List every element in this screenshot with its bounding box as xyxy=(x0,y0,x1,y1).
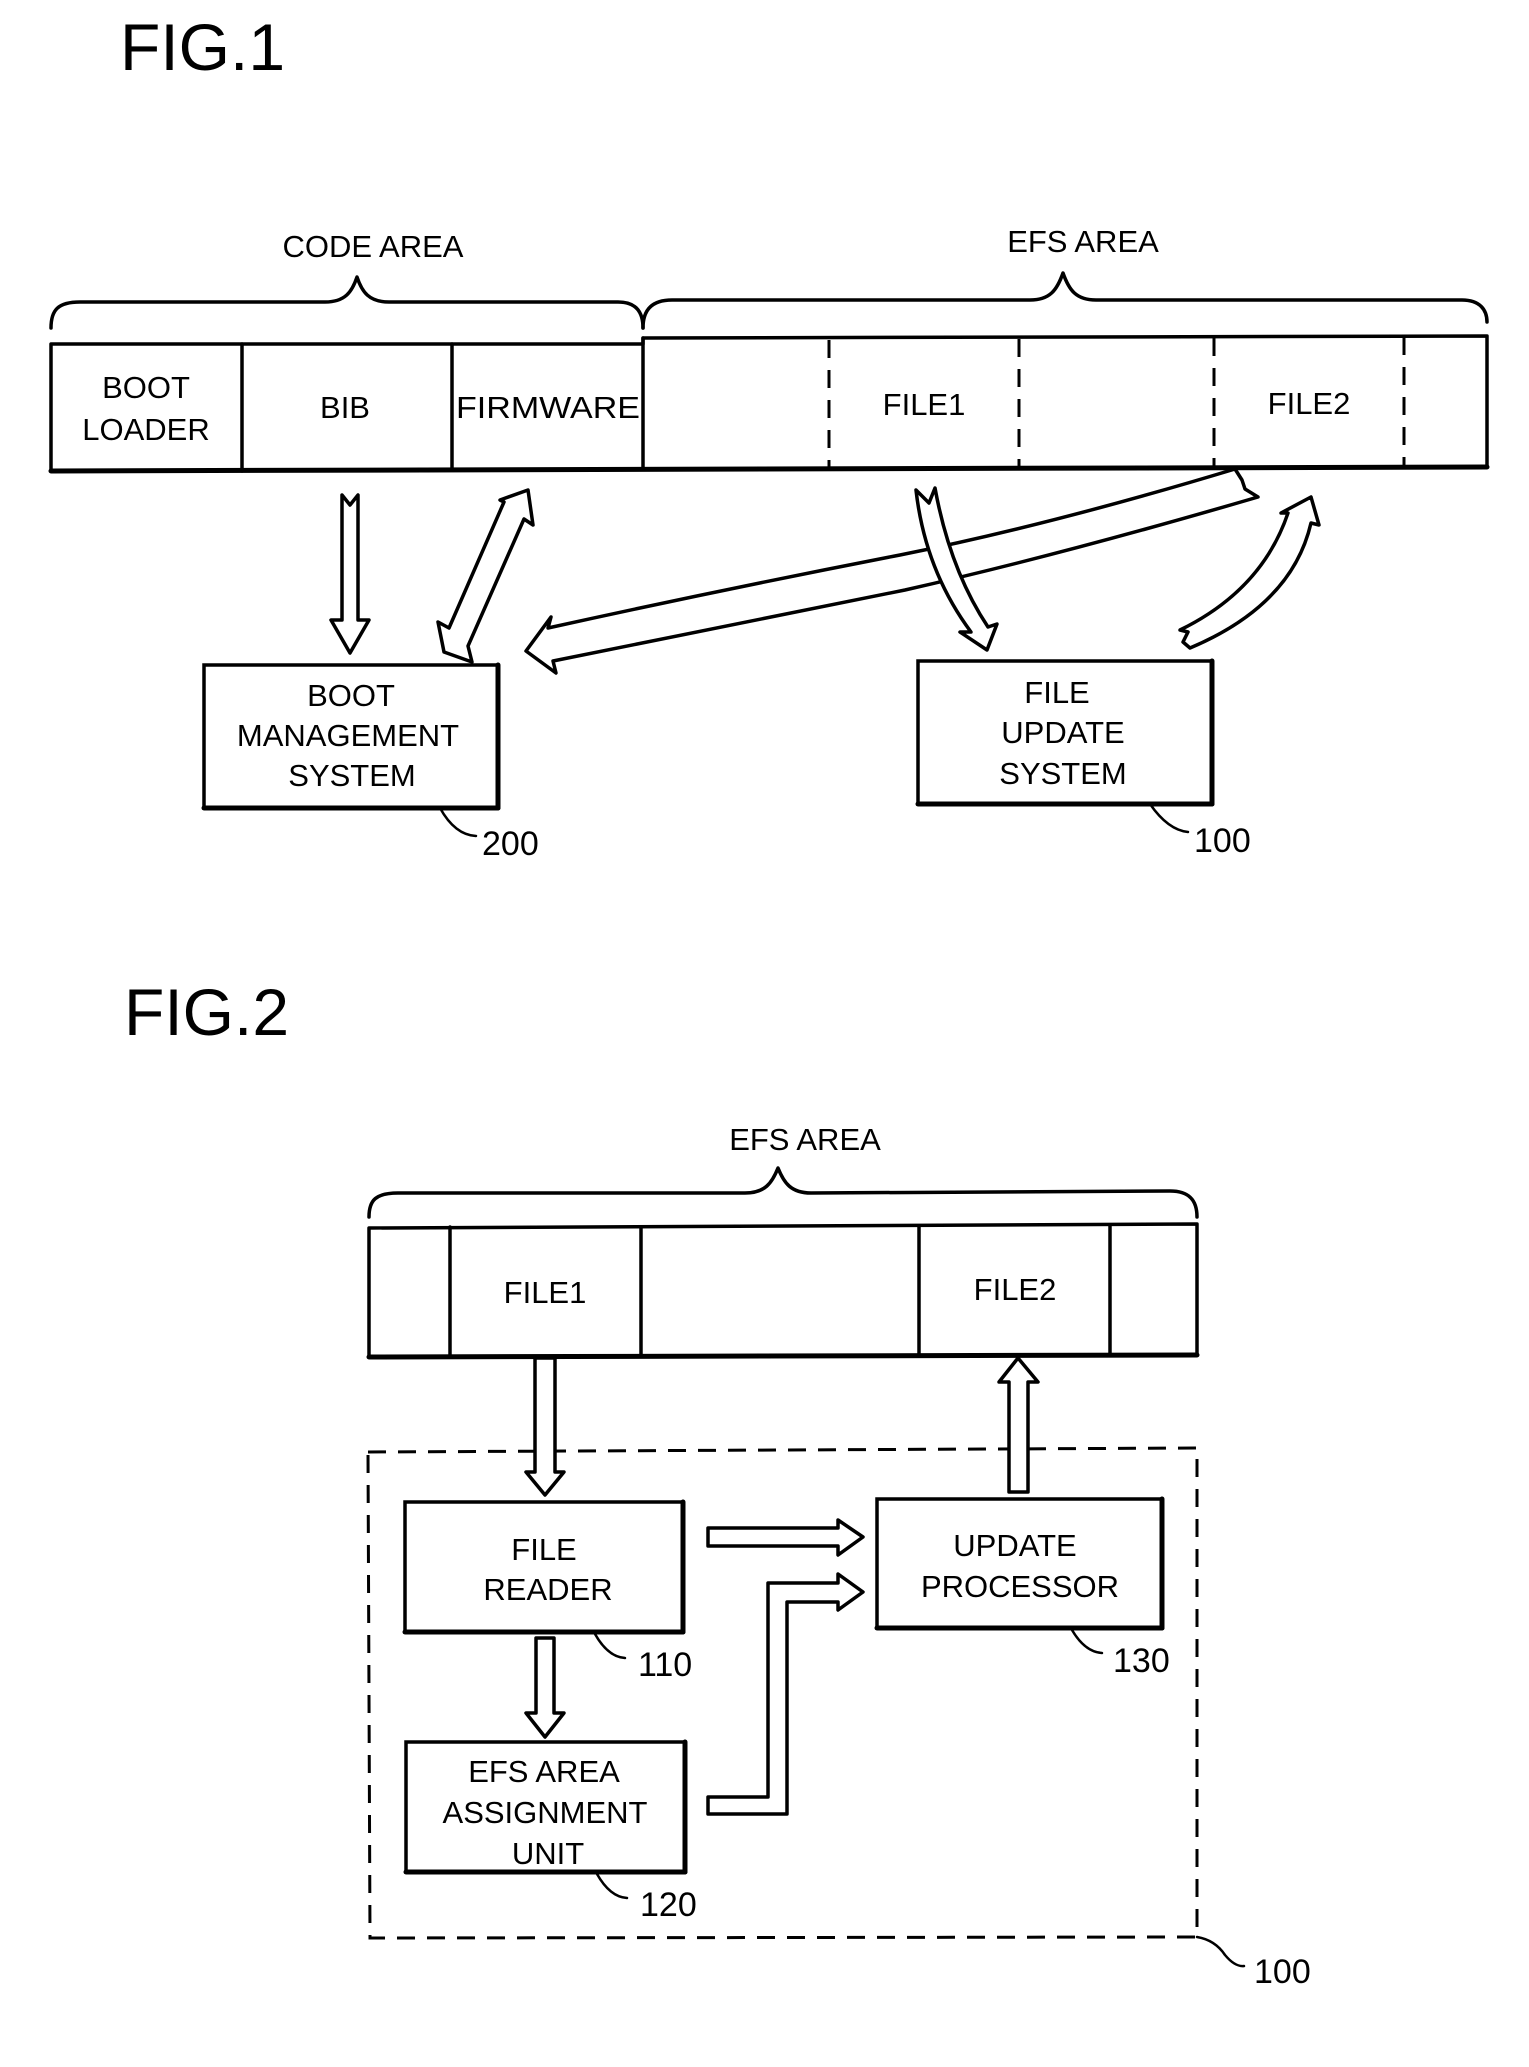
leader-line xyxy=(1070,1628,1104,1655)
segment-boot-loader: BOOT LOADER xyxy=(82,370,209,447)
svg-text:BOOT: BOOT xyxy=(102,370,190,405)
svg-text:EFS AREA: EFS AREA xyxy=(468,1754,620,1789)
ref-200: 200 xyxy=(482,825,539,863)
svg-text:LOADER: LOADER xyxy=(82,412,209,447)
update-processor-box: UPDATE PROCESSOR xyxy=(874,1496,1165,1631)
down-arrow-reader-to-assignment xyxy=(524,1636,566,1739)
long-arrow-file2-to-boot xyxy=(524,467,1260,675)
svg-text:FILE: FILE xyxy=(1024,675,1089,710)
svg-text:SYSTEM: SYSTEM xyxy=(999,756,1126,791)
svg-text:UPDATE: UPDATE xyxy=(953,1528,1076,1563)
segment-firmware: FIRMWARE xyxy=(456,390,640,425)
efs-area-brace xyxy=(367,1166,1199,1219)
leader-line xyxy=(1148,802,1190,834)
svg-text:READER: READER xyxy=(483,1572,612,1607)
patent-drawing: FIG.1 CODE AREA EFS AREA BOOT LOADER BIB… xyxy=(48,10,1490,1991)
svg-text:UNIT: UNIT xyxy=(512,1836,584,1871)
boot-management-system-box: BOOT MANAGEMENT SYSTEM xyxy=(201,662,501,811)
leader-line xyxy=(595,1872,629,1900)
svg-text:MANAGEMENT: MANAGEMENT xyxy=(237,718,459,753)
segment-file2: FILE2 xyxy=(1268,386,1351,421)
fig1-title: FIG.1 xyxy=(120,10,285,84)
down-arrow-bib-to-boot xyxy=(329,493,371,655)
code-area-label: CODE AREA xyxy=(283,229,464,264)
ref-120: 120 xyxy=(640,1886,697,1924)
up-arrow-processor-to-file2 xyxy=(997,1356,1040,1494)
leader-line xyxy=(593,1632,627,1660)
svg-text:BOOT: BOOT xyxy=(307,678,395,713)
efs-area-brace xyxy=(641,271,1489,330)
leader-line xyxy=(1195,1935,1246,1968)
efs-area-label: EFS AREA xyxy=(1007,224,1159,259)
svg-text:FILE: FILE xyxy=(511,1532,576,1567)
code-area-brace xyxy=(49,275,645,330)
down-arrow-file1-to-reader xyxy=(524,1356,566,1497)
svg-text:UPDATE: UPDATE xyxy=(1001,715,1124,750)
double-arrow-firmware-boot xyxy=(436,488,535,664)
svg-text:ASSIGNMENT: ASSIGNMENT xyxy=(443,1795,648,1830)
segment-bib: BIB xyxy=(320,390,370,425)
segment-file2: FILE2 xyxy=(974,1272,1057,1307)
file-update-system-box: FILE UPDATE SYSTEM xyxy=(915,658,1215,807)
bent-arrow-assignment-to-processor xyxy=(706,1572,865,1816)
fig2-title: FIG.2 xyxy=(124,975,289,1049)
fig2-memory-bar: FILE1 FILE2 xyxy=(366,1222,1200,1360)
curved-double-arrow-update-file2 xyxy=(1178,495,1321,650)
ref-100: 100 xyxy=(1254,1953,1311,1991)
efs-area-label: EFS AREA xyxy=(729,1122,881,1157)
svg-text:SYSTEM: SYSTEM xyxy=(288,758,415,793)
svg-text:PROCESSOR: PROCESSOR xyxy=(921,1569,1119,1604)
efs-area-assignment-unit-box: EFS AREA ASSIGNMENT UNIT xyxy=(403,1739,688,1875)
fig1-memory-bar: BOOT LOADER BIB FIRMWARE FILE1 FILE2 xyxy=(48,334,1490,474)
leader-line xyxy=(438,806,478,838)
segment-file1: FILE1 xyxy=(883,387,966,422)
right-arrow-reader-to-processor xyxy=(706,1518,865,1557)
segment-file1: FILE1 xyxy=(504,1275,587,1310)
ref-100: 100 xyxy=(1194,822,1251,860)
fig1: FIG.1 CODE AREA EFS AREA BOOT LOADER BIB… xyxy=(48,10,1490,863)
fig2: FIG.2 EFS AREA FILE1 FILE2 100 FILE READ… xyxy=(124,975,1311,1991)
ref-130: 130 xyxy=(1113,1642,1170,1680)
ref-110: 110 xyxy=(638,1646,692,1684)
file-reader-box: FILE READER xyxy=(402,1499,686,1635)
